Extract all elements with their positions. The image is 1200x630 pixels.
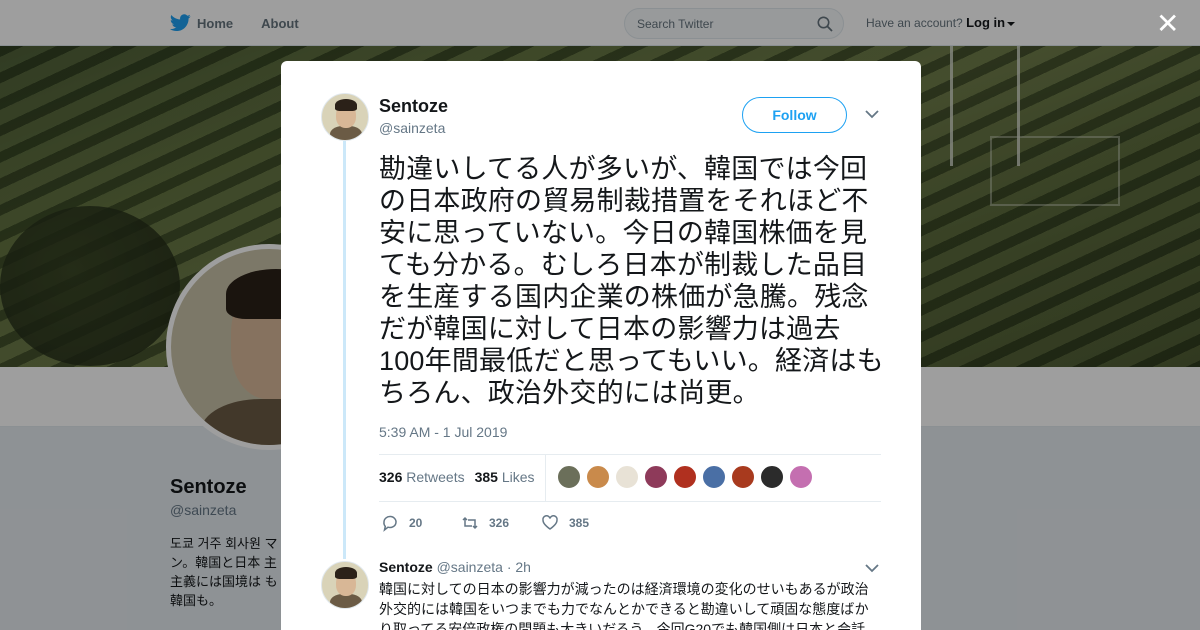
liker-avatar[interactable] [586, 465, 610, 489]
liker-avatar[interactable] [702, 465, 726, 489]
reply-header: Sentoze @sainzeta · 2h [379, 559, 531, 575]
stats-bottom-divider [379, 501, 881, 502]
reply-icon [383, 515, 397, 532]
author-avatar[interactable] [321, 93, 369, 141]
retweet-action[interactable]: 326 [461, 514, 541, 532]
tweet-stats: 326 Retweets 385 Likes [379, 469, 535, 485]
reply-author-name[interactable]: Sentoze [379, 559, 433, 575]
chevron-down-icon[interactable] [865, 109, 879, 119]
likes-count: 385 [474, 469, 498, 485]
liker-avatar[interactable] [789, 465, 813, 489]
avatar-body [330, 594, 362, 608]
tweet-actions: 20 326 385 [381, 514, 621, 532]
retweets-count: 326 [379, 469, 403, 485]
liker-avatar[interactable] [673, 465, 697, 489]
liker-avatar[interactable] [760, 465, 784, 489]
chevron-down-icon[interactable] [865, 563, 879, 573]
reply-action[interactable]: 20 [381, 514, 461, 532]
retweets-label: Retweets [406, 469, 465, 485]
tweet-timestamp[interactable]: 5:39 AM - 1 Jul 2019 [379, 424, 507, 440]
stats-separator [545, 455, 546, 501]
liker-avatar[interactable] [615, 465, 639, 489]
like-action[interactable]: 385 [541, 514, 621, 532]
tweet-text: 勘違いしてる人が多いが、韓国では今回の日本政府の貿易制裁措置をそれほど不安に思っ… [379, 154, 884, 408]
likes-stat[interactable]: 385 Likes [475, 469, 535, 485]
reply-text: 韓国に対しての日本の影響力が減ったのは経済環境の変化のせいもあるが政治外交的には… [379, 581, 869, 630]
liker-avatars [557, 465, 813, 489]
tweet-modal: Sentoze @sainzeta Follow 勘違いしてる人が多いが、韓国で… [281, 61, 921, 630]
avatar-body [330, 126, 362, 140]
thread-connector-line [343, 141, 346, 559]
follow-button[interactable]: Follow [742, 97, 847, 133]
stats-top-divider [379, 454, 881, 455]
like-count: 385 [569, 516, 590, 530]
avatar-hair [335, 567, 357, 579]
retweets-stat[interactable]: 326 Retweets [379, 469, 465, 485]
reply-author-handle[interactable]: @sainzeta [437, 559, 503, 575]
reply-count: 20 [409, 516, 423, 530]
reply-age[interactable]: · 2h [507, 559, 531, 575]
author-name[interactable]: Sentoze [379, 96, 448, 117]
retweet-count: 326 [489, 516, 510, 530]
liker-avatar[interactable] [644, 465, 668, 489]
avatar-hair [335, 99, 357, 111]
liker-avatar[interactable] [557, 465, 581, 489]
close-icon[interactable]: ✕ [1156, 10, 1179, 38]
retweet-icon [462, 516, 478, 530]
reply-author-avatar[interactable] [321, 561, 369, 609]
author-handle[interactable]: @sainzeta [379, 120, 445, 136]
likes-label: Likes [501, 469, 535, 485]
heart-icon [542, 515, 558, 530]
liker-avatar[interactable] [731, 465, 755, 489]
